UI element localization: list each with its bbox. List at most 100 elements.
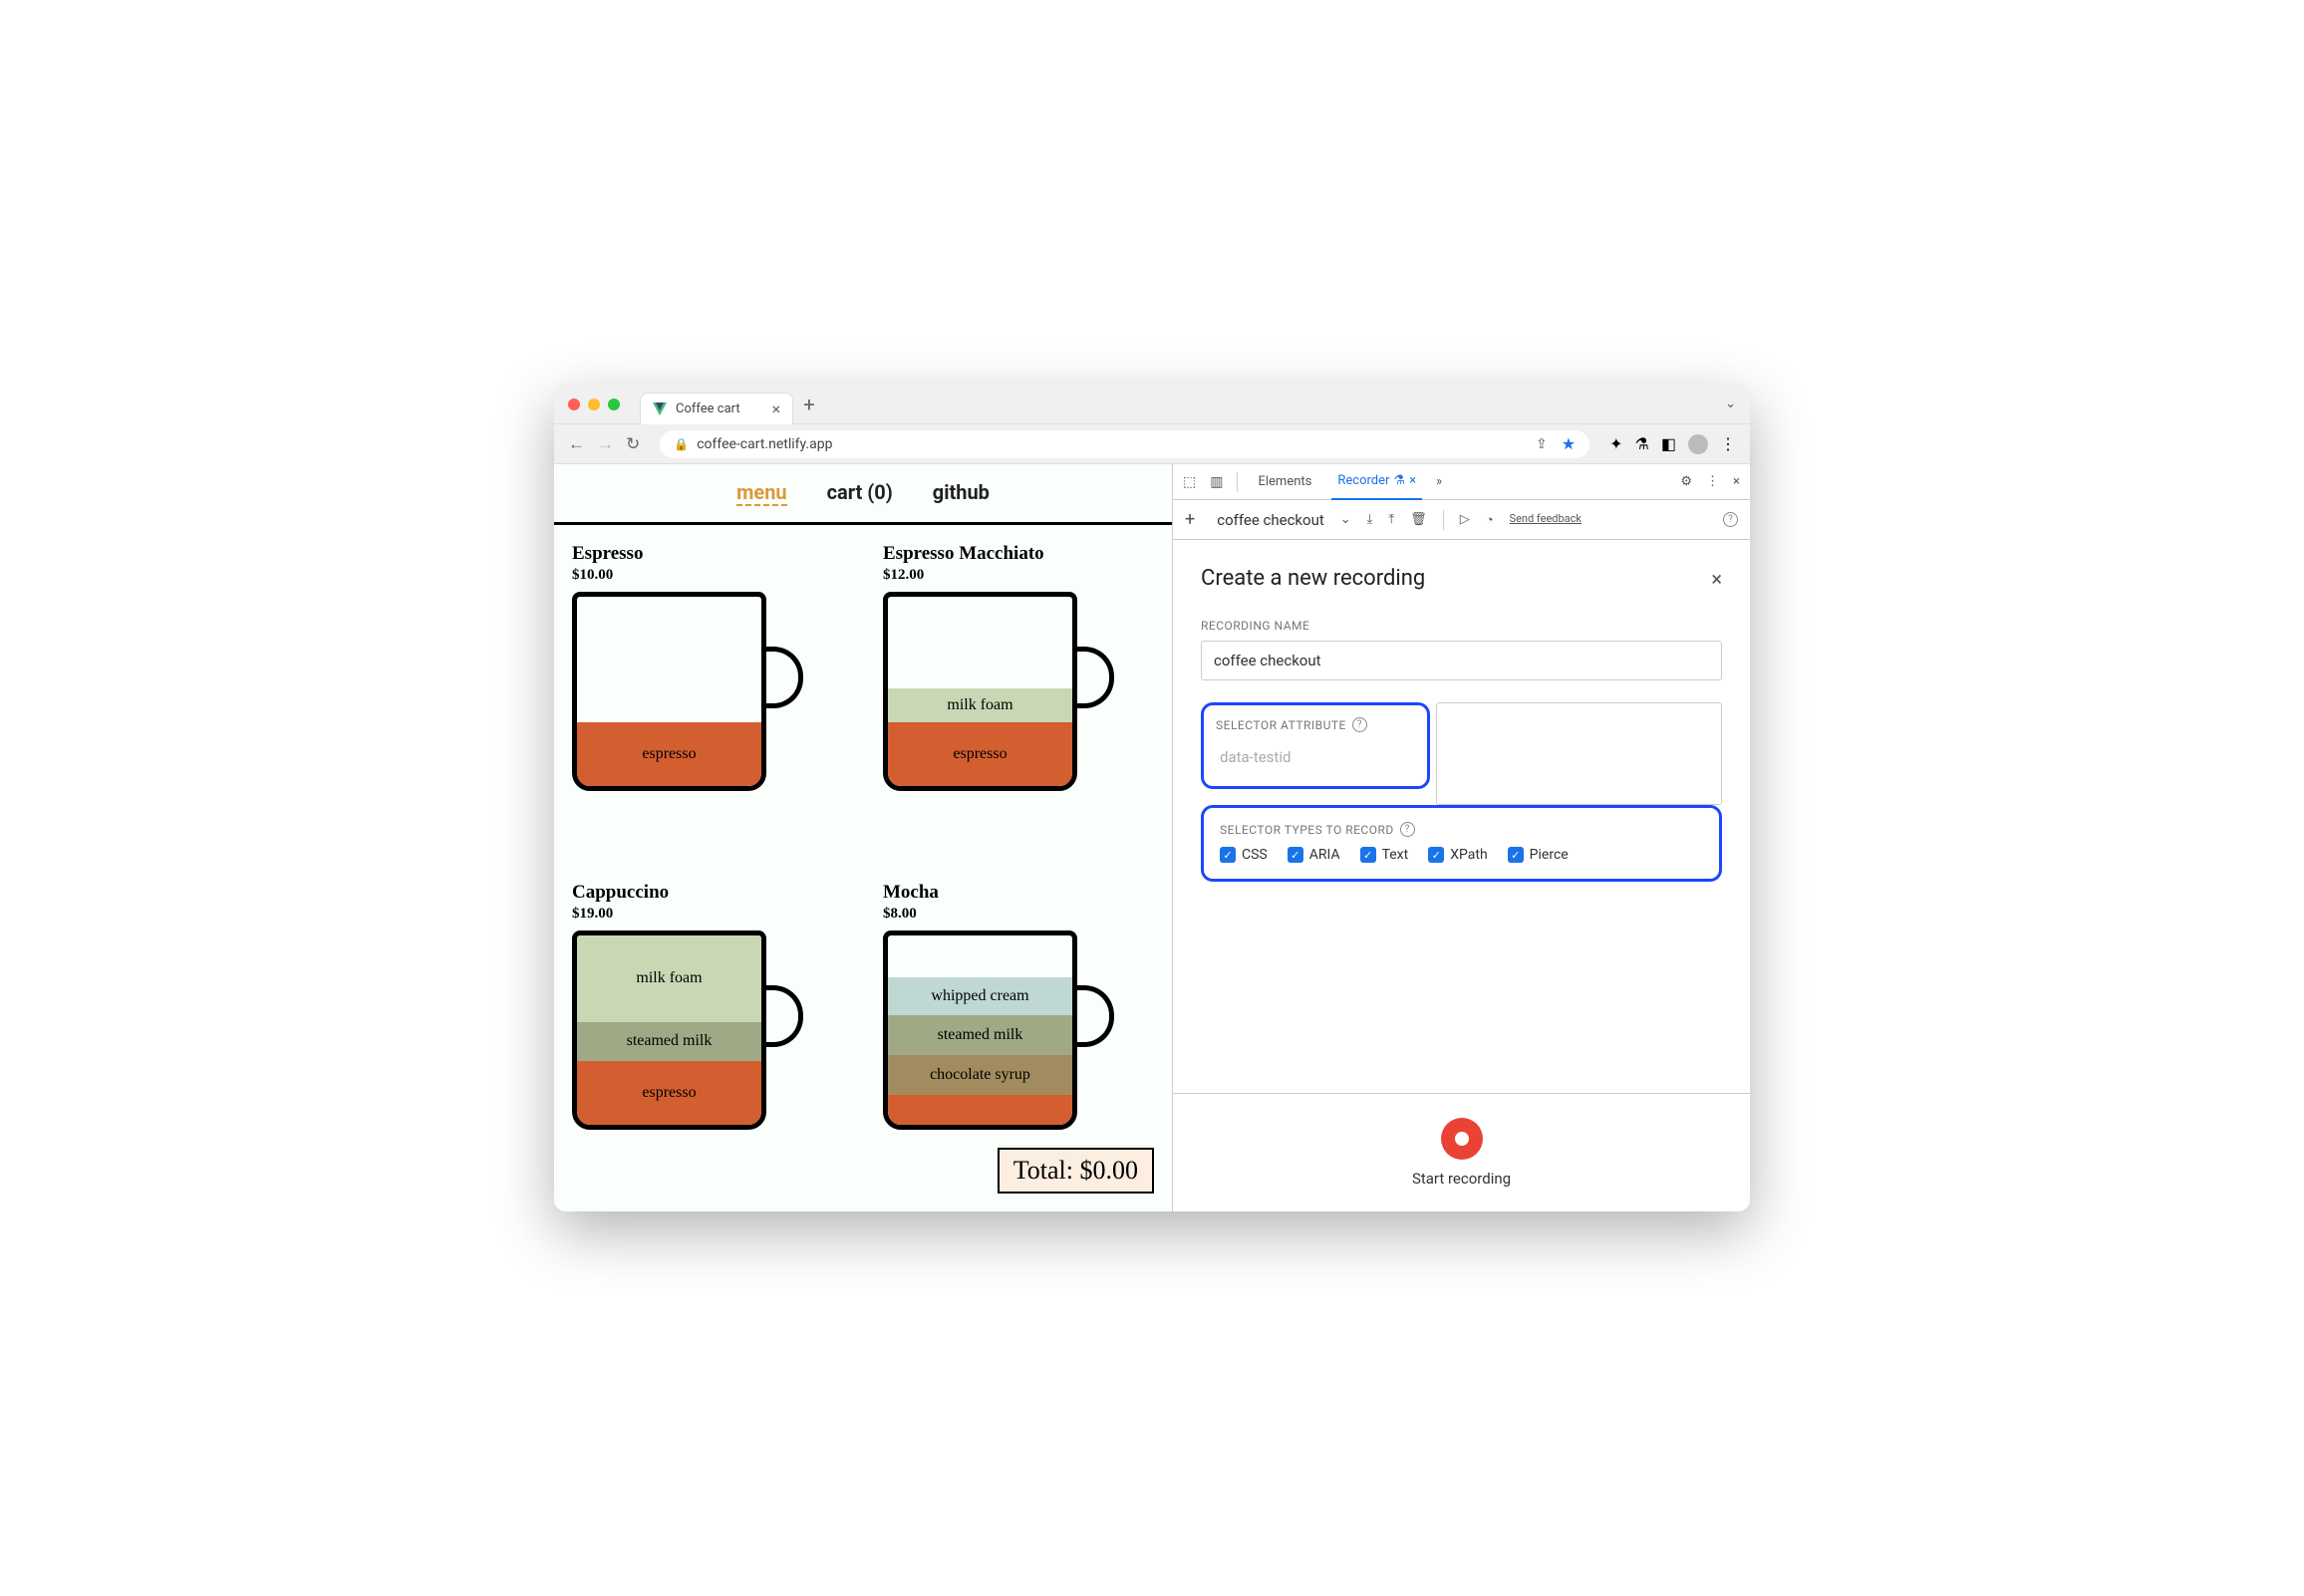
product-espresso[interactable]: Espresso $10.00 espresso	[572, 543, 843, 856]
forward-button[interactable]: →	[597, 434, 614, 454]
more-tabs-icon[interactable]: »	[1436, 474, 1442, 489]
panel-title: Create a new recording	[1201, 566, 1425, 591]
product-price: $19.00	[572, 906, 843, 923]
performance-icon[interactable]: ◔	[1486, 512, 1494, 528]
import-icon[interactable]: ⤒	[1388, 512, 1394, 527]
product-price: $8.00	[883, 906, 1154, 923]
inspect-icon[interactable]: ⬚	[1183, 474, 1196, 490]
share-icon[interactable]: ⇪	[1536, 436, 1548, 452]
help-icon[interactable]: ?	[1400, 822, 1415, 837]
help-icon[interactable]: ?	[1352, 717, 1367, 732]
lock-icon: 🔒	[674, 437, 689, 451]
browser-tab[interactable]: Coffee cart ×	[640, 393, 793, 424]
layer-espresso: espresso	[577, 1061, 761, 1124]
product-name: Espresso	[572, 543, 843, 565]
recording-name-input[interactable]	[1201, 641, 1722, 680]
maximize-window-button[interactable]	[608, 399, 620, 410]
layer-espresso	[888, 1095, 1072, 1125]
checkbox-aria[interactable]: ✓ARIA	[1288, 847, 1340, 863]
site-nav: menu cart (0) github	[554, 464, 1172, 525]
devtools-tabbar: ⬚ ▥ Elements Recorder ⚗ × » ⚙ ⋮ ×	[1173, 464, 1750, 500]
start-recording-label: Start recording	[1197, 1170, 1726, 1188]
labs-icon[interactable]: ⚗	[1635, 434, 1649, 453]
record-area: Start recording	[1173, 1093, 1750, 1211]
device-toggle-icon[interactable]: ▥	[1210, 474, 1223, 490]
layer-milk-foam: milk foam	[577, 935, 761, 1022]
mug-handle	[761, 647, 803, 708]
close-devtools-icon[interactable]: ×	[1733, 474, 1740, 489]
nav-cart[interactable]: cart (0)	[827, 480, 893, 506]
minimize-window-button[interactable]	[588, 399, 600, 410]
tab-title: Coffee cart	[676, 401, 740, 416]
devtools-panel: ⬚ ▥ Elements Recorder ⚗ × » ⚙ ⋮ × + coff…	[1172, 464, 1750, 1211]
bookmark-star-icon[interactable]: ★	[1562, 434, 1576, 453]
layer-steamed-milk: steamed milk	[577, 1022, 761, 1062]
delete-icon[interactable]: 🗑	[1410, 512, 1427, 527]
mug-handle	[761, 985, 803, 1047]
address-bar[interactable]: 🔒 coffee-cart.netlify.app ⇪ ★	[660, 430, 1589, 458]
recording-name-label: RECORDING NAME	[1201, 619, 1722, 633]
recording-name-display: coffee checkout	[1217, 511, 1324, 529]
window-controls	[568, 399, 620, 410]
product-price: $12.00	[883, 567, 1154, 584]
close-tab-icon[interactable]: ×	[1409, 473, 1416, 488]
menu-icon[interactable]: ⋮	[1720, 434, 1736, 453]
extensions-icon[interactable]: ✦	[1609, 434, 1622, 453]
tab-recorder[interactable]: Recorder ⚗ ×	[1331, 464, 1422, 500]
profile-icon[interactable]	[1688, 434, 1708, 454]
page-content: menu cart (0) github Espresso $10.00 esp…	[554, 464, 1172, 1211]
checkbox-xpath[interactable]: ✓XPath	[1428, 847, 1487, 863]
create-recording-panel: Create a new recording × RECORDING NAME …	[1173, 540, 1750, 1093]
checkbox-text[interactable]: ✓Text	[1360, 847, 1409, 863]
close-panel-button[interactable]: ×	[1711, 567, 1722, 591]
nav-menu[interactable]: menu	[736, 480, 787, 506]
selector-attribute-input[interactable]	[1216, 740, 1415, 774]
close-window-button[interactable]	[568, 399, 580, 410]
product-mocha[interactable]: Mocha $8.00 whipped cream steamed milk c…	[883, 882, 1154, 1195]
product-macchiato[interactable]: Espresso Macchiato $12.00 milk foam espr…	[883, 543, 1154, 856]
tab-elements[interactable]: Elements	[1252, 464, 1317, 500]
browser-window: Coffee cart × + ⌄ ← → ↻ 🔒 coffee-cart.ne…	[554, 385, 1750, 1211]
replay-icon[interactable]: ▷	[1460, 512, 1470, 527]
layer-milk-foam: milk foam	[888, 688, 1072, 722]
product-name: Espresso Macchiato	[883, 543, 1154, 565]
close-tab-button[interactable]: ×	[772, 399, 781, 418]
export-icon[interactable]: ⤓	[1367, 512, 1373, 527]
layer-whipped-cream: whipped cream	[888, 977, 1072, 1015]
send-feedback-link[interactable]: Send feedback	[1510, 513, 1582, 525]
dropdown-icon[interactable]: ⌄	[1340, 512, 1351, 527]
back-button[interactable]: ←	[568, 434, 585, 454]
product-grid: Espresso $10.00 espresso Espresso Macchi…	[554, 525, 1172, 1211]
vue-icon	[653, 402, 668, 415]
product-cappuccino[interactable]: Cappuccino $19.00 milk foam steamed milk…	[572, 882, 843, 1195]
layer-espresso: espresso	[888, 722, 1072, 786]
help-icon[interactable]: ?	[1723, 512, 1738, 527]
kebab-menu-icon[interactable]: ⋮	[1706, 474, 1719, 489]
flask-icon: ⚗	[1393, 473, 1405, 488]
checkbox-css[interactable]: ✓CSS	[1220, 847, 1268, 863]
layer-chocolate-syrup: chocolate syrup	[888, 1055, 1072, 1095]
side-panel-icon[interactable]: ◧	[1661, 434, 1676, 453]
url-bar: ← → ↻ 🔒 coffee-cart.netlify.app ⇪ ★ ✦ ⚗ …	[554, 424, 1750, 464]
checkbox-pierce[interactable]: ✓Pierce	[1508, 847, 1569, 863]
reload-button[interactable]: ↻	[626, 434, 640, 454]
titlebar: Coffee cart × + ⌄	[554, 385, 1750, 424]
layer-steamed-milk: steamed milk	[888, 1015, 1072, 1055]
start-recording-button[interactable]	[1441, 1118, 1483, 1160]
product-price: $10.00	[572, 567, 843, 584]
tabs-dropdown-button[interactable]: ⌄	[1725, 397, 1736, 411]
mug-handle	[1072, 985, 1114, 1047]
new-tab-button[interactable]: +	[803, 393, 814, 416]
mug-handle	[1072, 647, 1114, 708]
settings-icon[interactable]: ⚙	[1680, 474, 1692, 489]
cart-total[interactable]: Total: $0.00	[998, 1148, 1154, 1194]
layer-espresso: espresso	[577, 722, 761, 786]
url-text: coffee-cart.netlify.app	[697, 436, 832, 452]
nav-github[interactable]: github	[933, 480, 990, 506]
add-recording-button[interactable]: +	[1185, 509, 1195, 530]
product-name: Mocha	[883, 882, 1154, 904]
selector-types-label: SELECTOR TYPES TO RECORD ?	[1220, 822, 1703, 837]
selector-attribute-label: SELECTOR ATTRIBUTE ?	[1216, 717, 1415, 732]
product-name: Cappuccino	[572, 882, 843, 904]
selector-attribute-extended-input[interactable]	[1436, 702, 1722, 805]
